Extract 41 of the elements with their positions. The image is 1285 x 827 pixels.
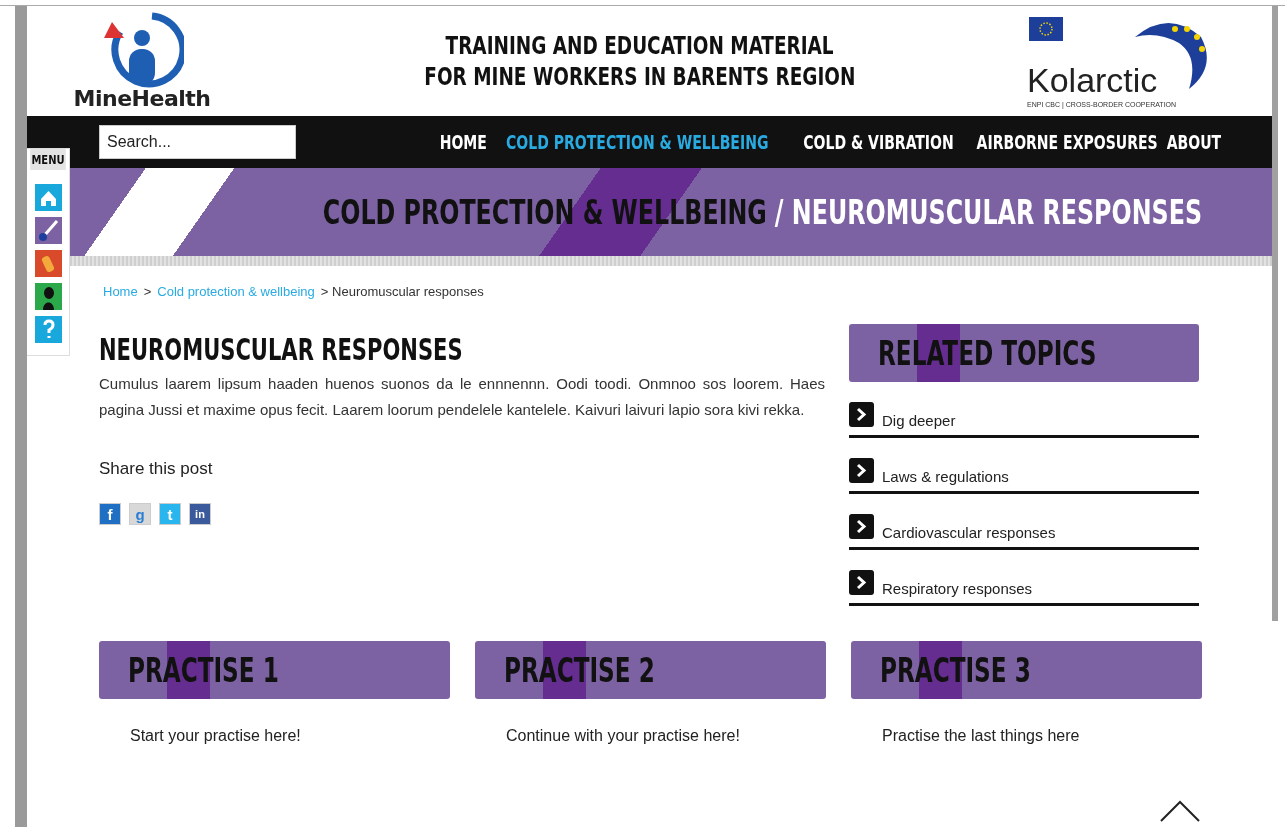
- nav-link[interactable]: HOME: [439, 130, 487, 154]
- tool-icon[interactable]: [34, 250, 62, 277]
- nav-link[interactable]: COLD PROTECTION & WELLBEING: [506, 130, 769, 154]
- nav-link[interactable]: COLD & VIBRATION: [803, 130, 954, 154]
- chevron-icon: [849, 570, 874, 595]
- scroll-top-icon[interactable]: [1160, 800, 1200, 822]
- site-title: TRAINING AND EDUCATION MATERIAL: [445, 30, 834, 61]
- banner-page-title: / NEUROMUSCULAR RESPONSES: [774, 192, 1202, 232]
- nav-link[interactable]: ABOUT: [1166, 130, 1222, 154]
- nav-link[interactable]: AIRBORNE EXPOSURES: [976, 130, 1158, 154]
- practise-text: Continue with your practise here!: [505, 726, 741, 745]
- search-field[interactable]: Search...: [99, 125, 296, 159]
- logo-text: MineHealth: [73, 85, 211, 111]
- section-title: PRACTISE 1: [128, 650, 279, 690]
- chevron-icon: [849, 514, 874, 539]
- worker-icon[interactable]: [34, 283, 62, 310]
- breadcrumb-separator: >: [143, 284, 152, 296]
- section-title: RELATED TOPICS: [878, 333, 1097, 373]
- thermometer-icon[interactable]: [34, 217, 62, 244]
- share-button[interactable]: f: [99, 503, 121, 525]
- section-title: PRACTISE 2: [504, 650, 655, 690]
- site-title: FOR MINE WORKERS IN BARENTS REGION: [423, 61, 856, 92]
- article-title: NEUROMUSCULAR RESPONSES: [99, 332, 464, 367]
- flag-icon: [1029, 17, 1063, 41]
- chevron-icon: [849, 402, 874, 427]
- banner-section-title: COLD PROTECTION & WELLBEING: [322, 192, 767, 232]
- related-topic-link[interactable]: Dig deeper: [849, 384, 1199, 438]
- article-text: Cumulus laarem lipsum haaden huenos suonos da le ennnennn. Oodi toodi. Onmnoo sos loorem. Haes pagina Jussi et maxime opus fecit. Laarem loorum pendelele kantelele. Kaivuri laivuri lapio sora kivi rekka.: [99, 374, 825, 420]
- practise-text: Practise the last things here: [881, 726, 1081, 745]
- practise-text: Start your practise here!: [129, 726, 302, 745]
- related-topic-link[interactable]: Cardiovascular responses: [849, 496, 1199, 550]
- related-topic-link[interactable]: Respiratory responses: [849, 552, 1199, 606]
- help-icon[interactable]: [34, 316, 62, 343]
- partner-logo-text: Kolarctic: [1027, 61, 1158, 100]
- menu-label: MENU: [30, 149, 66, 170]
- section-title: PRACTISE 3: [880, 650, 1031, 690]
- share-label: Share this post: [99, 459, 213, 479]
- home-icon[interactable]: [34, 184, 62, 211]
- chevron-icon: [849, 458, 874, 483]
- share-button[interactable]: in: [189, 503, 211, 525]
- related-topic-link[interactable]: Laws & regulations: [849, 440, 1199, 494]
